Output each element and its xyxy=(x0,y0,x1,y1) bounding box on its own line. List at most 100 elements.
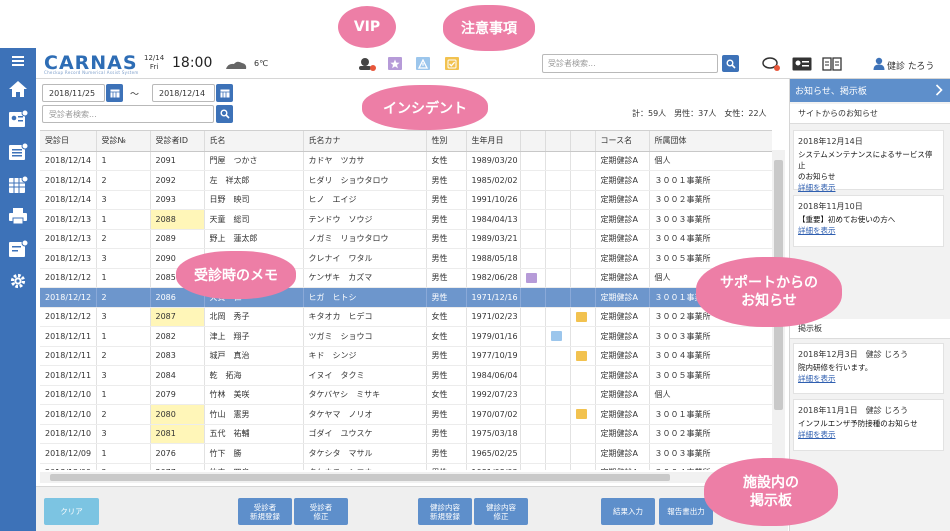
table-row[interactable]: 2018/12/14 3 2093 日野 映司 ヒノ エイジ 男性 1991/10/26 定期… xyxy=(40,190,772,210)
table-row[interactable]: 2018/12/1332090紅 渡クレナイ ワタル男性1988/05/18定期… xyxy=(40,248,772,269)
column-header[interactable]: 生年月日 xyxy=(466,131,521,152)
status-mark-cell xyxy=(520,209,546,230)
status-mark-cell xyxy=(570,190,596,210)
board-detail-link[interactable]: 詳細を表示 xyxy=(798,373,939,384)
table-row[interactable]: 2018/12/0922077竹内 四良タケウチ シロウ男性1981/08/03… xyxy=(40,463,772,470)
patient-new-button[interactable]: 受診者 新規登録 xyxy=(238,498,292,525)
column-header[interactable]: 氏名カナ xyxy=(303,131,427,152)
column-header[interactable]: 受診者ID xyxy=(150,131,205,152)
cell-sex: 男性 xyxy=(426,443,467,464)
search-icon[interactable] xyxy=(722,55,739,72)
table-row[interactable]: 2018/12/11 1 2082 津上 翔子 ツガミ ショウコ 女性 1979/01/16… xyxy=(40,326,772,347)
column-header[interactable]: 受診№ xyxy=(96,131,151,152)
cell-course: 定期健診A xyxy=(595,346,650,366)
cell-no: 2 xyxy=(96,170,151,191)
column-header[interactable]: 受診日 xyxy=(40,131,97,152)
cell-birth: 1977/10/19 xyxy=(466,346,521,366)
vip-star-icon[interactable] xyxy=(388,57,402,70)
spreadsheet-icon[interactable] xyxy=(6,174,30,196)
cell-birth: 1971/02/23 xyxy=(466,307,521,327)
cell-id: 2088 xyxy=(150,209,205,230)
date-to-input[interactable]: 2018/12/14 xyxy=(152,84,215,102)
table-row[interactable]: 2018/12/12 3 2087 北岡 秀子 キタオカ ヒデコ 女性 1971/02/23… xyxy=(40,307,772,327)
list-icon[interactable] xyxy=(6,141,30,163)
board-detail-link[interactable]: 詳細を表示 xyxy=(798,429,939,440)
cell-kana: ヒノ エイジ xyxy=(303,190,427,210)
cell-id: 2084 xyxy=(150,365,205,386)
table-row[interactable]: 2018/12/10 1 2079 竹林 美咲 タケバヤシ ミサキ 女性 1992/07/2… xyxy=(40,385,772,405)
cell-date: 2018/12/14 xyxy=(40,190,97,210)
cell-kana: クレナイ ワタル xyxy=(303,248,427,269)
table-row[interactable]: 2018/12/11 3 2084 乾 拓海 イヌイ タクミ 男性 1984/06/04 定期… xyxy=(40,365,772,386)
caution-check-icon[interactable] xyxy=(445,57,459,70)
search-icon[interactable] xyxy=(216,105,233,123)
table-row[interactable]: 2018/12/10 3 2081 五代 祐輔 ゴダイ ユウスケ 男性 1975/03/18… xyxy=(40,424,772,444)
status-mark-cell xyxy=(545,229,571,249)
table-row[interactable]: 2018/12/14 2 2092 左 祥太郎 ヒダリ ショウタロウ 男性 1985/02/… xyxy=(40,170,772,191)
date-from-input[interactable]: 2018/11/25 xyxy=(42,84,105,102)
table-row[interactable]: 2018/12/14 1 2091 門屋 つかさ カドヤ ツカサ 女性 1989/03/20… xyxy=(40,151,772,171)
cell-name: 日野 映司 xyxy=(204,190,304,210)
column-header[interactable] xyxy=(520,131,546,152)
notice-detail-link[interactable]: 詳細を表示 xyxy=(798,225,939,236)
status-mark-cell xyxy=(520,443,546,464)
column-header[interactable]: 所属団体 xyxy=(649,131,772,152)
home-icon[interactable] xyxy=(6,78,30,100)
exam-edit-button[interactable]: 健診内容 修正 xyxy=(474,498,528,525)
cell-sex: 男性 xyxy=(426,190,467,210)
incident-warning-icon[interactable] xyxy=(416,57,430,70)
site-notice-card: 2018年11月10日 【重要】初めてお使いの方へ 詳細を表示 xyxy=(793,195,944,247)
table-row[interactable]: 2018/12/10 2 2080 竹山 憲男 タケヤマ ノリオ 男性 1970/07/02… xyxy=(40,404,772,425)
table-row[interactable]: 2018/12/13 1 2088 天童 総司 テンドウ ソウジ 男性 1984/04/13… xyxy=(40,209,772,230)
cell-name: 津上 翔子 xyxy=(204,326,304,347)
chat-bubble-icon[interactable] xyxy=(762,56,780,71)
staff-notes-icon[interactable] xyxy=(358,57,376,71)
document-edit-icon[interactable] xyxy=(6,238,30,260)
clear-button[interactable]: クリア xyxy=(44,498,99,525)
cell-course: 定期健診A xyxy=(595,424,650,444)
cell-no: 1 xyxy=(96,385,151,405)
result-entry-button[interactable]: 結果入力 xyxy=(601,498,655,525)
column-header[interactable]: 性別 xyxy=(426,131,467,152)
cell-no: 2 xyxy=(96,229,151,249)
notice-panel-header[interactable]: お知らせ、掲示板 xyxy=(790,79,950,102)
manual-book-icon[interactable] xyxy=(822,56,842,71)
column-header[interactable]: コース名 xyxy=(595,131,650,152)
cell-no: 1 xyxy=(96,268,151,288)
status-mark-cell xyxy=(570,463,596,470)
patient-register-icon[interactable] xyxy=(6,108,30,130)
patient-edit-button[interactable]: 受診者 修正 xyxy=(294,498,348,525)
cell-kana: キド シンジ xyxy=(303,346,427,366)
column-header[interactable]: 氏名 xyxy=(204,131,304,152)
gear-icon[interactable] xyxy=(6,270,30,292)
table-horizontal-scrollbar[interactable] xyxy=(40,472,785,483)
patient-search-input[interactable]: 受診者検索... xyxy=(42,105,214,123)
cell-id: 2087 xyxy=(150,307,205,327)
notice-detail-link[interactable]: 詳細を表示 xyxy=(798,182,939,193)
user-name[interactable]: 健診 たろう xyxy=(887,59,934,72)
table-row[interactable]: 2018/12/13 2 2089 野上 蓮太郎 ノガミ リョウタロウ 男性 1989/03… xyxy=(40,229,772,249)
calendar-to-icon[interactable] xyxy=(216,84,233,102)
cell-course: 定期健診A xyxy=(595,463,650,470)
exam-new-button[interactable]: 健診内容 新規登録 xyxy=(418,498,472,525)
table-row[interactable]: 2018/12/11 2 2083 城戸 真治 キド シンジ 男性 1977/10/19 定期… xyxy=(40,346,772,366)
cell-name: 左 祥太郎 xyxy=(204,170,304,191)
status-mark-cell xyxy=(545,170,571,191)
column-header[interactable] xyxy=(570,131,596,152)
user-avatar-icon[interactable] xyxy=(872,57,886,70)
table-row[interactable]: 2018/12/1222086火賀 仁ヒガ ヒトシ男性1971/12/16定期健… xyxy=(40,287,772,308)
cell-date: 2018/12/13 xyxy=(40,229,97,249)
printer-icon[interactable] xyxy=(6,205,30,227)
table-row[interactable]: 2018/12/09 1 2076 竹下 勝タケシタ マサル 男性 1965/02/25 定… xyxy=(40,443,772,464)
cell-date: 2018/12/14 xyxy=(40,151,97,171)
calendar-from-icon[interactable] xyxy=(106,84,123,102)
hamburger-menu-icon[interactable] xyxy=(0,48,36,74)
profile-card-icon[interactable] xyxy=(792,57,812,70)
cell-date: 2018/12/09 xyxy=(40,463,97,470)
chevron-right-icon[interactable] xyxy=(935,84,943,99)
top-patient-search-input[interactable]: 受診者検索... xyxy=(542,54,718,73)
top-header: CARNAS Checkup Record Numerical Assist S… xyxy=(36,48,950,79)
table-row[interactable]: 2018/12/1212085剣崎 一真ケンザキ カズマ男性1982/06/28… xyxy=(40,268,772,288)
column-header[interactable] xyxy=(545,131,571,152)
cell-name: 竹林 美咲 xyxy=(204,385,304,405)
